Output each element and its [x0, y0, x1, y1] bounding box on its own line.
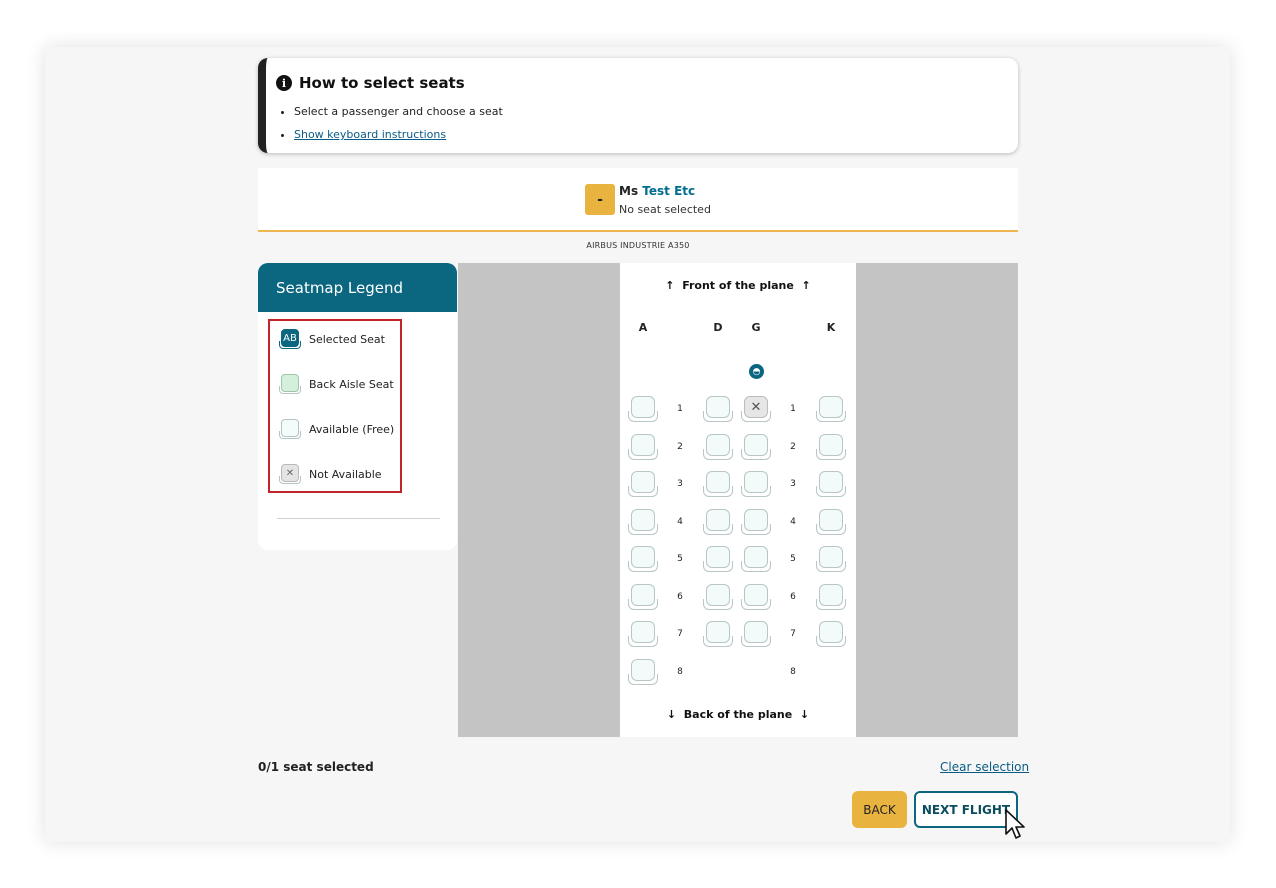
legend-item-selected: AB Selected Seat — [279, 329, 385, 349]
row-number: 8 — [677, 666, 683, 677]
legend-item-not-available: ✕ Not Available — [279, 464, 382, 484]
passenger-panel: - Ms Test Etc No seat selected — [258, 168, 1018, 232]
row-number: 1 — [790, 404, 796, 414]
passenger-seat-status: No seat selected — [619, 203, 711, 216]
legend-item-back-aisle: Back Aisle Seat — [279, 374, 394, 394]
row-number: 4 — [790, 516, 796, 527]
seat-3k[interactable] — [816, 471, 846, 497]
seat-1a[interactable] — [628, 396, 658, 422]
row-number: 8 — [790, 666, 796, 677]
seat-3d[interactable] — [703, 471, 733, 497]
column-header-d: D — [713, 321, 723, 334]
seat-4g[interactable] — [741, 508, 771, 535]
seat-7k[interactable] — [816, 621, 846, 647]
how-to-item: Select a passenger and choose a seat — [294, 100, 503, 123]
column-header-g: G — [751, 321, 761, 334]
row-number: 6 — [677, 591, 683, 602]
passenger-fullname: Test Etc — [642, 184, 696, 198]
seat-6g[interactable] — [741, 583, 771, 610]
passenger-title: Ms — [619, 184, 639, 198]
seat-2d[interactable] — [703, 433, 733, 460]
bassinet-icon: ◓ — [749, 364, 764, 379]
row-number: 7 — [677, 629, 683, 639]
available-seat-icon — [279, 419, 301, 439]
front-of-plane: ↑ Front of the plane ↑ — [665, 279, 811, 292]
seat-5d[interactable] — [703, 546, 733, 572]
aircraft-type: AIRBUS INDUSTRIE A350 — [586, 241, 690, 250]
row-number: 3 — [677, 479, 683, 489]
seat-2a[interactable] — [628, 433, 658, 460]
seat-7g[interactable] — [741, 621, 771, 647]
seat-4d[interactable] — [703, 508, 733, 535]
seat-2k[interactable] — [816, 433, 846, 460]
seat-count: 0/1 seat selected — [258, 760, 374, 774]
back-aisle-seat-icon — [279, 374, 301, 394]
seatmap-legend: Seatmap Legend AB Selected Seat Back Ais… — [258, 263, 457, 550]
row-number: 4 — [677, 516, 683, 527]
column-header-k: K — [826, 321, 836, 334]
seat-7d[interactable] — [703, 621, 733, 647]
row-number: 2 — [677, 441, 683, 452]
legend-label: Available (Free) — [309, 422, 395, 436]
how-to-item: Show keyboard instructions — [294, 123, 503, 146]
seat-6a[interactable] — [628, 583, 658, 610]
back-of-plane: ↓ Back of the plane ↓ — [666, 708, 810, 721]
mouse-cursor-icon — [1005, 809, 1025, 839]
seat-3a[interactable] — [628, 471, 658, 497]
next-flight-button[interactable]: NEXT FLIGHT — [914, 791, 1018, 828]
legend-label: Not Available — [309, 467, 382, 481]
back-button[interactable]: BACK — [852, 791, 907, 828]
seat-7a[interactable] — [628, 621, 658, 647]
seat-4k[interactable] — [816, 508, 846, 535]
front-label: Front of the plane — [682, 279, 794, 292]
column-header-a: A — [638, 321, 648, 334]
legend-highlight-box: AB Selected Seat Back Aisle Seat Availab… — [268, 319, 402, 493]
seat-1k[interactable] — [816, 396, 846, 422]
back-label: Back of the plane — [683, 708, 793, 721]
row-number: 7 — [790, 629, 796, 639]
row-number: 2 — [790, 441, 796, 452]
legend-divider — [277, 518, 440, 519]
legend-label: Selected Seat — [309, 332, 385, 346]
how-to-item-text: Select a passenger and choose a seat — [294, 105, 503, 118]
seat-6k[interactable] — [816, 583, 846, 610]
seatmap-cabin: ↑ Front of the plane ↑ ◓ ↓ Back of the p… — [620, 263, 856, 737]
how-to-card: i How to select seats Select a passenger… — [258, 58, 1018, 153]
legend-title: Seatmap Legend — [258, 263, 457, 312]
row-number: 6 — [790, 591, 796, 602]
how-to-list: Select a passenger and choose a seat Sho… — [294, 100, 503, 146]
seat-5a[interactable] — [628, 546, 658, 572]
how-to-title: How to select seats — [299, 74, 465, 92]
how-to-title-row: i How to select seats — [276, 74, 465, 92]
clear-selection-link[interactable]: Clear selection — [940, 760, 1029, 774]
row-number: 5 — [790, 554, 796, 564]
seat-5k[interactable] — [816, 546, 846, 572]
row-number: 3 — [790, 479, 796, 489]
passenger-name[interactable]: Ms Test Etc — [619, 184, 695, 198]
info-icon: i — [276, 75, 292, 91]
keyboard-instructions-link[interactable]: Show keyboard instructions — [294, 128, 446, 141]
legend-item-available: Available (Free) — [279, 419, 394, 439]
seat-4a[interactable] — [628, 508, 658, 535]
seat-8a[interactable] — [628, 658, 658, 685]
row-number: 5 — [677, 554, 683, 564]
selected-seat-icon: AB — [279, 329, 301, 349]
seat-3g[interactable] — [741, 471, 771, 497]
seat-2g[interactable] — [741, 433, 771, 460]
seat-1g: ✕ — [741, 396, 771, 422]
seat-5g[interactable] — [741, 546, 771, 572]
seat-1d[interactable] — [703, 396, 733, 422]
row-number: 1 — [677, 404, 683, 414]
seat-6d[interactable] — [703, 583, 733, 610]
legend-label: Back Aisle Seat — [309, 377, 394, 391]
not-available-seat-icon: ✕ — [279, 464, 301, 484]
passenger-toggle-button[interactable]: - — [585, 184, 615, 215]
